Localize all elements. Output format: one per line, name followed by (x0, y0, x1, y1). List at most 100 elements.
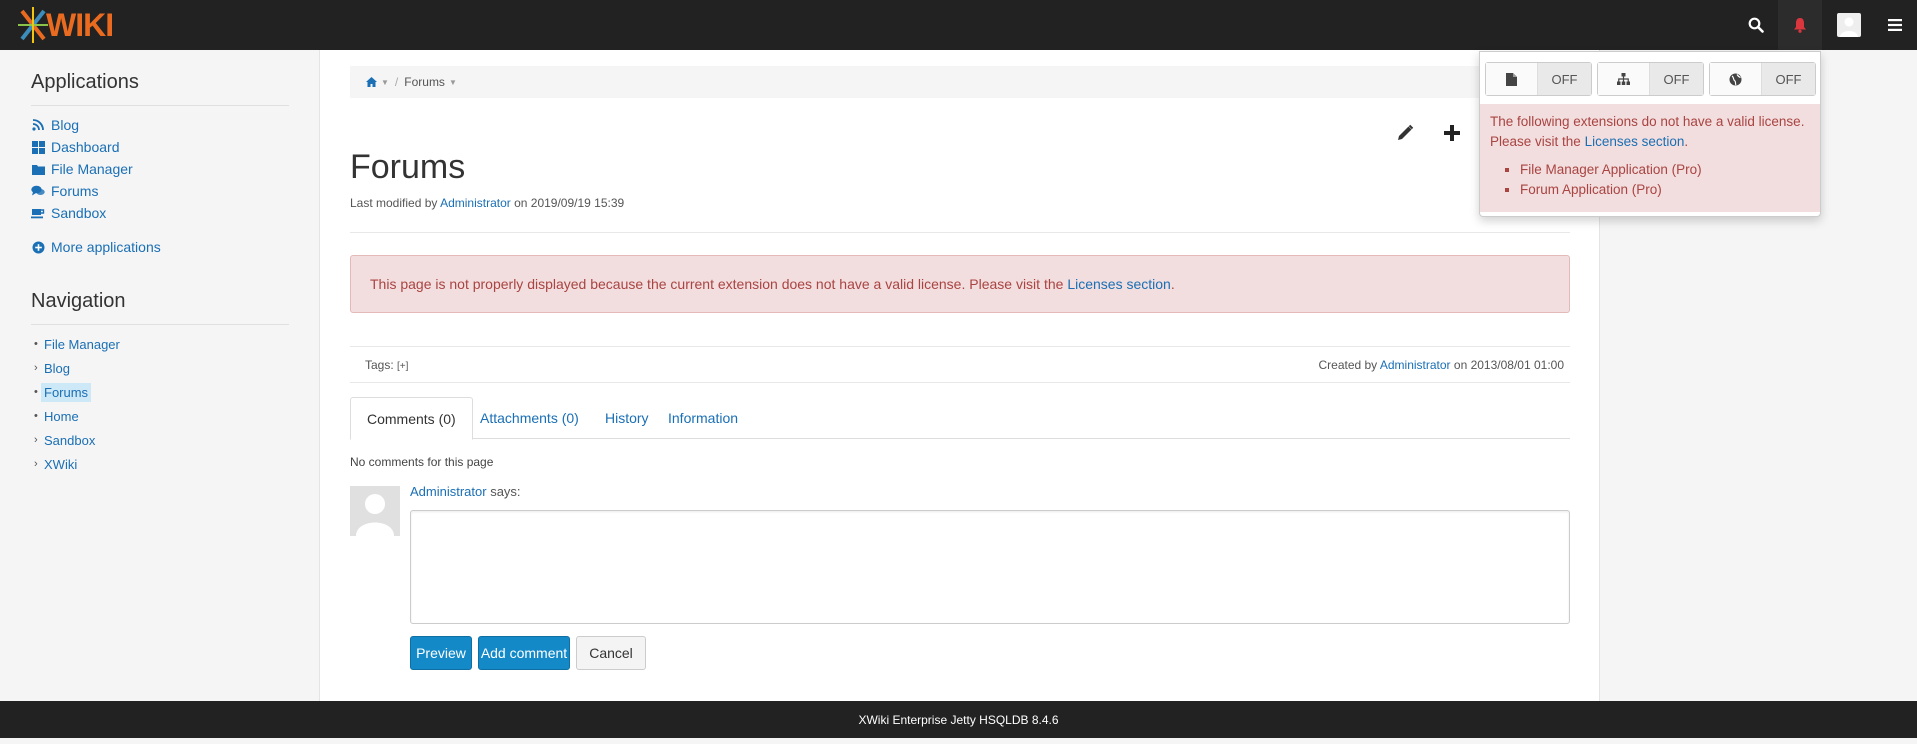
cancel-button[interactable]: Cancel (576, 636, 646, 670)
last-modified-info: Last modified by Administrator on 2019/0… (350, 196, 624, 210)
license-error-alert: This page is not properly displayed beca… (350, 255, 1570, 313)
expand-chevron-icon[interactable]: › (34, 458, 44, 470)
tab-comments[interactable]: Comments (0) (350, 397, 473, 440)
user-menu-button[interactable] (1827, 0, 1871, 50)
footer-strip (0, 738, 1917, 744)
tab-information[interactable]: Information (652, 397, 754, 439)
home-icon (366, 77, 377, 87)
nav-tree-item-home[interactable]: • Home (34, 407, 79, 425)
wiki-notifications-toggle[interactable]: OFF (1709, 62, 1816, 96)
navigation-panel-title: Navigation (31, 290, 126, 312)
license-warning-alert: The following extensions do not have a v… (1480, 104, 1820, 212)
app-link-label: Sandbox (51, 205, 107, 221)
nav-tree-label[interactable]: Blog (44, 361, 70, 376)
commenter-link[interactable]: Administrator (410, 484, 487, 499)
tab-attachments[interactable]: Attachments (0) (464, 397, 595, 439)
default-avatar-icon (356, 494, 394, 536)
app-link-label: Blog (51, 117, 80, 133)
commenter-line: Administrator says: (410, 484, 521, 499)
list-item: Forum Application (Pro) (1520, 180, 1810, 200)
modified-by-link[interactable]: Administrator (440, 196, 511, 210)
more-applications-link[interactable]: More applications (31, 237, 161, 257)
preview-button[interactable]: Preview (410, 636, 472, 670)
notif-alert-suffix: . (1684, 134, 1689, 149)
toggle-state: OFF (1538, 63, 1591, 95)
logo-text: WIKI (46, 6, 114, 43)
breadcrumb-home[interactable]: ▼ (366, 77, 389, 87)
add-tag-link[interactable]: [+] (397, 361, 408, 372)
licenses-section-link[interactable]: Licenses section (1067, 276, 1171, 292)
page-notifications-toggle[interactable]: OFF (1485, 62, 1592, 96)
created-prefix: Created by (1318, 358, 1378, 372)
globe-icon (1710, 63, 1762, 95)
notif-licenses-link[interactable]: Licenses section (1585, 134, 1685, 149)
nav-tree-item-xwiki[interactable]: › XWiki (34, 455, 77, 473)
panel-divider (31, 324, 289, 325)
x-logo-icon (18, 7, 48, 43)
breadcrumb-label: Forums (404, 75, 445, 89)
divider (350, 382, 1570, 383)
notifications-button[interactable] (1778, 0, 1822, 50)
plus-icon (1444, 125, 1460, 141)
modified-prefix: Last modified by (350, 196, 438, 210)
create-button[interactable] (1437, 118, 1467, 148)
tree-bullet: • (34, 410, 38, 422)
app-link-label: Forums (51, 183, 99, 199)
pencil-icon (1398, 124, 1414, 140)
created-by-link[interactable]: Administrator (1380, 358, 1451, 372)
cup-icon (31, 206, 45, 220)
nav-tree-label[interactable]: Forums (41, 382, 92, 402)
footer: XWiki Enterprise Jetty HSQLDB 8.4.6 (0, 701, 1917, 738)
edit-button[interactable] (1390, 118, 1420, 148)
bell-icon (1794, 18, 1806, 33)
license-message: This page is not properly displayed beca… (370, 276, 1064, 292)
nav-tree-item-file-manager[interactable]: • File Manager (34, 335, 120, 353)
divider (350, 232, 1570, 233)
nav-tree-item-blog[interactable]: › Blog (34, 359, 70, 377)
app-link-blog[interactable]: Blog (31, 115, 79, 135)
space-notifications-toggle[interactable]: OFF (1597, 62, 1704, 96)
xwiki-logo[interactable]: WIKI (18, 6, 114, 43)
nav-tree-label[interactable]: Sandbox (44, 433, 95, 448)
chevron-down-icon: ▼ (381, 77, 389, 87)
nav-tree-label[interactable]: XWiki (44, 457, 77, 472)
main-content: ▼ / Forums ▼ Forums Last modified by Adm… (320, 50, 1600, 701)
nav-tree-item-forums[interactable]: • Forums (34, 382, 92, 402)
hamburger-menu-button[interactable] (1873, 0, 1917, 50)
tags-line: Tags: [+] (365, 358, 408, 372)
breadcrumb-separator: / (394, 75, 399, 89)
tree-bullet: • (34, 338, 38, 350)
app-link-forums[interactable]: Forums (31, 181, 98, 201)
left-panel: Applications Blog Dashboard File Manager… (0, 50, 320, 701)
says-label: says: (490, 484, 521, 499)
grid-icon (31, 140, 45, 154)
footer-version-text: XWiki Enterprise Jetty HSQLDB 8.4.6 (858, 712, 1059, 727)
rss-icon (31, 118, 45, 132)
expand-chevron-icon[interactable]: › (34, 434, 44, 446)
add-comment-button[interactable]: Add comment (478, 636, 570, 670)
breadcrumb: ▼ / Forums ▼ (350, 66, 1570, 98)
nav-tree-label[interactable]: Home (44, 409, 79, 424)
app-link-label: File Manager (51, 161, 133, 177)
panel-divider (31, 105, 289, 106)
app-link-sandbox[interactable]: Sandbox (31, 203, 106, 223)
app-link-label: Dashboard (51, 139, 120, 155)
app-link-file-manager[interactable]: File Manager (31, 159, 133, 179)
comment-textarea[interactable] (410, 510, 1570, 624)
nav-tree-label[interactable]: File Manager (44, 337, 120, 352)
avatar (350, 486, 400, 536)
created-date: on 2013/08/01 01:00 (1453, 358, 1564, 372)
more-applications-label: More applications (51, 239, 161, 255)
nav-tree-item-sandbox[interactable]: › Sandbox (34, 431, 95, 449)
modified-date: on 2019/09/19 15:39 (514, 196, 625, 210)
search-button[interactable] (1734, 0, 1778, 50)
app-link-dashboard[interactable]: Dashboard (31, 137, 120, 157)
search-icon (1748, 17, 1764, 33)
toggle-state: OFF (1650, 63, 1703, 95)
expand-chevron-icon[interactable]: › (34, 362, 44, 374)
comments-icon (31, 184, 45, 198)
docextra-tabs: Comments (0) Attachments (0) History Inf… (350, 397, 1570, 440)
created-info: Created by Administrator on 2013/08/01 0… (1318, 358, 1564, 372)
breadcrumb-item-forums[interactable]: Forums ▼ (404, 75, 457, 89)
tags-label: Tags: (365, 358, 394, 372)
